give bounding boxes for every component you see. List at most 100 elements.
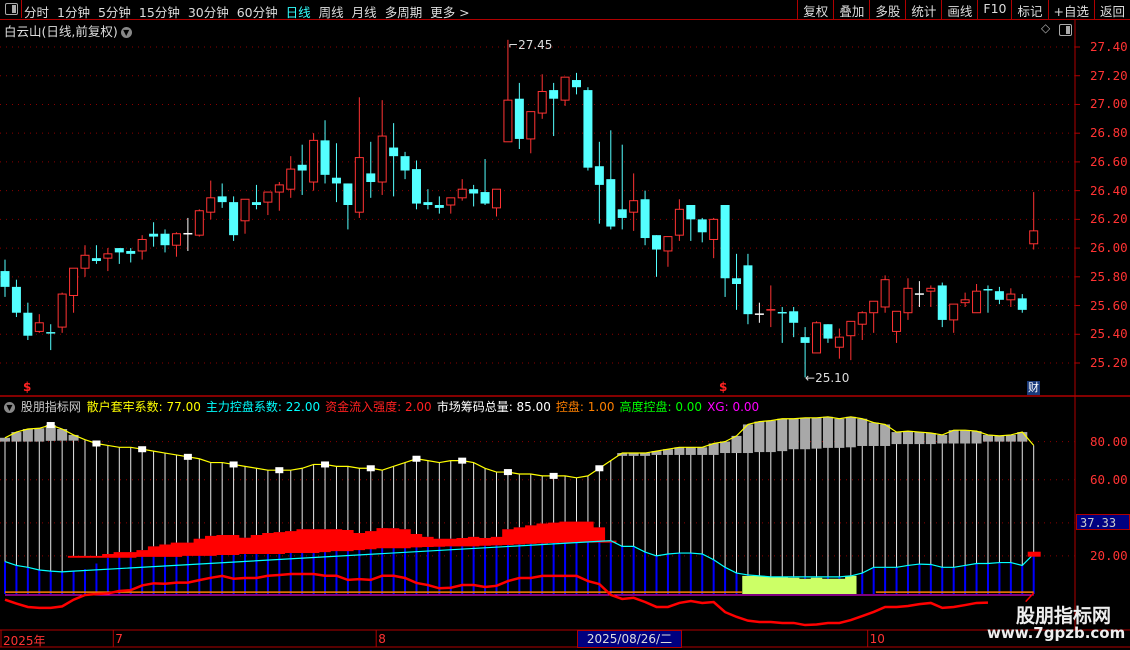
candle[interactable] xyxy=(960,292,970,307)
candle[interactable] xyxy=(171,232,181,257)
candle[interactable] xyxy=(549,82,559,137)
candle[interactable] xyxy=(812,321,822,354)
candle[interactable] xyxy=(560,76,570,106)
trapped-box xyxy=(811,417,822,449)
candle[interactable] xyxy=(1017,294,1027,313)
candle[interactable] xyxy=(526,111,536,154)
candle[interactable] xyxy=(720,205,730,297)
candle[interactable] xyxy=(34,314,44,333)
candle[interactable] xyxy=(446,197,456,214)
candle[interactable] xyxy=(617,144,627,230)
candle[interactable] xyxy=(514,82,524,149)
candle[interactable] xyxy=(869,300,879,333)
candle[interactable] xyxy=(389,123,399,197)
candle[interactable] xyxy=(743,253,753,325)
kline-chart[interactable] xyxy=(0,0,1130,650)
candle[interactable] xyxy=(23,302,33,341)
candle[interactable] xyxy=(194,209,204,237)
candle[interactable] xyxy=(800,327,810,378)
candle[interactable] xyxy=(114,248,124,264)
candle[interactable] xyxy=(926,285,936,307)
candle[interactable] xyxy=(594,141,604,224)
candle[interactable] xyxy=(663,236,673,267)
candle[interactable] xyxy=(46,324,56,351)
candle[interactable] xyxy=(160,229,170,253)
candle[interactable] xyxy=(697,217,707,243)
candle[interactable] xyxy=(274,182,284,211)
candle[interactable] xyxy=(880,275,890,313)
candle[interactable] xyxy=(297,144,307,195)
candle[interactable] xyxy=(937,282,947,328)
candle[interactable] xyxy=(629,173,639,231)
candle[interactable] xyxy=(217,183,227,208)
candle[interactable] xyxy=(674,199,684,241)
candle[interactable] xyxy=(366,141,376,198)
candle[interactable] xyxy=(411,160,421,210)
candle[interactable] xyxy=(69,267,79,313)
candle[interactable] xyxy=(709,217,719,259)
candle[interactable] xyxy=(537,74,547,119)
candle[interactable] xyxy=(400,151,410,180)
candle[interactable] xyxy=(343,183,353,230)
candle[interactable] xyxy=(857,311,867,341)
candle[interactable] xyxy=(126,248,136,263)
candle[interactable] xyxy=(423,189,433,210)
candle[interactable] xyxy=(834,328,844,359)
candle[interactable] xyxy=(1029,192,1039,250)
candle[interactable] xyxy=(206,180,216,220)
candle[interactable] xyxy=(0,259,10,297)
candle[interactable] xyxy=(732,253,742,310)
candle[interactable] xyxy=(503,39,513,143)
candle[interactable] xyxy=(572,72,581,95)
candle[interactable] xyxy=(149,222,159,247)
candle[interactable] xyxy=(80,245,90,277)
candle[interactable] xyxy=(240,198,250,234)
candle[interactable] xyxy=(1006,288,1016,307)
candle[interactable] xyxy=(606,130,616,230)
candle[interactable] xyxy=(480,159,490,205)
candle[interactable] xyxy=(686,205,696,241)
candle[interactable] xyxy=(309,133,319,191)
candle[interactable] xyxy=(354,97,364,218)
candle[interactable] xyxy=(183,217,193,251)
candle[interactable] xyxy=(583,87,593,171)
candle[interactable] xyxy=(892,310,902,343)
candle[interactable] xyxy=(263,191,273,216)
candle[interactable] xyxy=(652,235,662,277)
candle[interactable] xyxy=(972,284,982,314)
candle[interactable] xyxy=(846,320,856,361)
dollar-marker-icon[interactable]: $ xyxy=(23,380,31,394)
candle[interactable] xyxy=(331,143,341,203)
candle[interactable] xyxy=(994,286,1004,305)
candle[interactable] xyxy=(251,184,261,210)
candle[interactable] xyxy=(286,156,296,198)
candle-body xyxy=(194,210,204,236)
candle[interactable] xyxy=(137,235,147,260)
candle[interactable] xyxy=(949,303,959,333)
candle[interactable] xyxy=(789,306,799,338)
chevron-down-icon[interactable]: ▼ xyxy=(4,402,15,413)
candle[interactable] xyxy=(320,120,330,184)
legend-item: 资金流入强度: 2.00 xyxy=(325,400,432,414)
dollar-marker-icon[interactable]: $ xyxy=(719,380,727,394)
candle[interactable] xyxy=(766,285,776,328)
candle[interactable] xyxy=(640,190,650,246)
candle[interactable] xyxy=(434,196,444,214)
candle[interactable] xyxy=(103,248,113,272)
candle[interactable] xyxy=(983,285,993,313)
candle[interactable] xyxy=(903,278,913,320)
candle[interactable] xyxy=(914,281,924,307)
finance-badge[interactable]: 财 xyxy=(1027,381,1040,395)
candle[interactable] xyxy=(229,196,239,241)
candle[interactable] xyxy=(491,188,501,217)
indicator-name[interactable]: 股朋指标网 xyxy=(21,400,81,414)
candle[interactable] xyxy=(469,184,479,207)
candle[interactable] xyxy=(777,306,787,343)
candle[interactable] xyxy=(11,279,21,318)
candle[interactable] xyxy=(57,292,67,333)
candle[interactable] xyxy=(457,179,467,201)
candle[interactable] xyxy=(91,245,101,264)
trapped-box xyxy=(685,447,696,455)
candle[interactable] xyxy=(377,100,387,195)
candle[interactable] xyxy=(823,324,833,343)
